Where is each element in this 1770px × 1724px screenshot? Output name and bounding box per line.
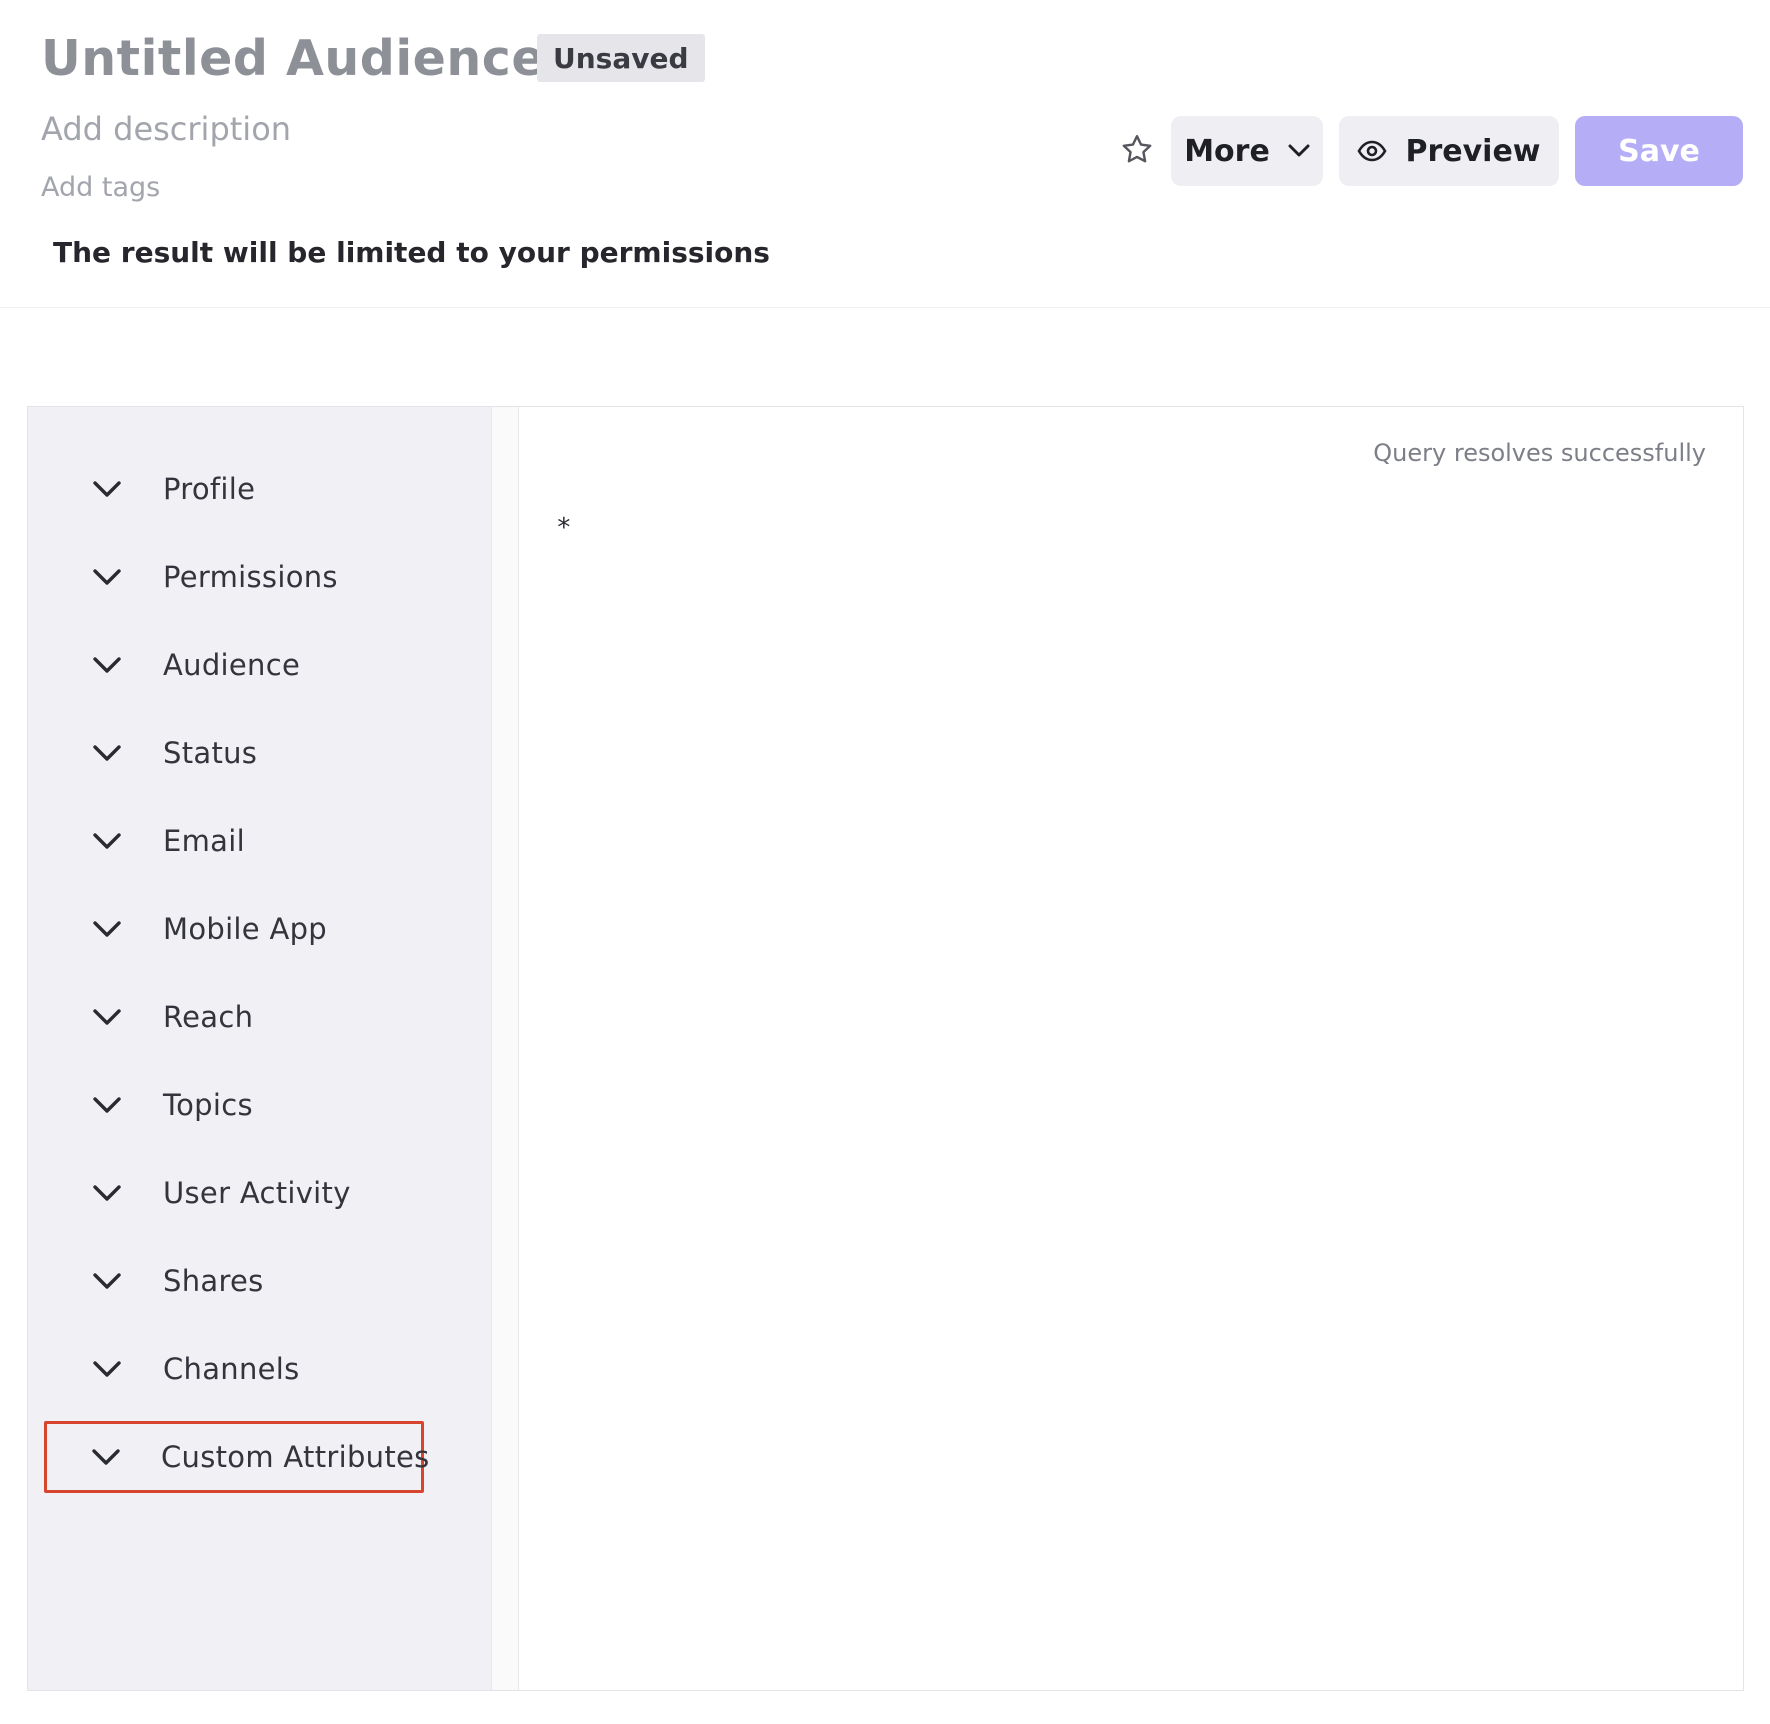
permissions-notice: The result will be limited to your permi… [53, 236, 770, 269]
favorite-button[interactable] [1117, 130, 1157, 170]
category-label: Profile [163, 472, 256, 506]
category-item[interactable]: Shares [44, 1245, 424, 1317]
category-item[interactable]: Custom Attributes [44, 1421, 429, 1493]
chevron-down-icon [91, 1271, 123, 1291]
category-item[interactable]: Status [44, 717, 424, 789]
query-status: Query resolves successfully [1373, 439, 1706, 467]
query-text[interactable]: * [556, 513, 572, 543]
category-item[interactable]: Reach [44, 981, 424, 1053]
category-label: Custom Attributes [161, 1440, 430, 1474]
more-button[interactable]: More [1171, 116, 1323, 186]
category-label: Permissions [163, 560, 338, 594]
category-label: Shares [163, 1264, 264, 1298]
chevron-down-icon [1288, 144, 1310, 157]
category-item[interactable]: Mobile App [44, 893, 424, 965]
chevron-down-icon [91, 1095, 123, 1115]
chevron-down-icon [91, 1183, 123, 1203]
chevron-down-icon [91, 919, 123, 939]
chevron-down-icon [91, 655, 123, 675]
category-item[interactable]: Email [44, 805, 424, 877]
chevron-down-icon [91, 743, 123, 763]
chevron-down-icon [91, 1007, 123, 1027]
category-label: Status [163, 736, 258, 770]
add-tags-field[interactable]: Add tags [41, 172, 160, 203]
category-label: Mobile App [163, 912, 328, 946]
star-icon [1122, 135, 1152, 163]
save-button[interactable]: Save [1575, 116, 1743, 186]
panel-divider[interactable] [491, 407, 519, 1690]
category-item[interactable]: Permissions [44, 541, 424, 613]
chevron-down-icon [91, 1447, 121, 1467]
chevron-down-icon [91, 567, 123, 587]
preview-button[interactable]: Preview [1339, 116, 1559, 186]
eye-icon [1357, 140, 1387, 162]
category-label: Reach [163, 1000, 254, 1034]
audience-header: Untitled Audience Unsaved Add descriptio… [0, 0, 1770, 308]
chevron-down-icon [91, 831, 123, 851]
category-sidebar: Profile Permissions Audience Status Email Mob… [28, 407, 491, 1690]
chevron-down-icon [91, 479, 123, 499]
chevron-down-icon [91, 1359, 123, 1379]
more-label: More [1184, 133, 1270, 169]
category-label: Audience [163, 648, 301, 682]
audience-title[interactable]: Untitled Audience [41, 30, 545, 87]
category-item[interactable]: User Activity [44, 1157, 424, 1229]
category-item[interactable]: Channels [44, 1333, 424, 1405]
category-label: Topics [163, 1088, 253, 1122]
preview-label: Preview [1405, 133, 1541, 169]
category-item[interactable]: Topics [44, 1069, 424, 1141]
category-label: Email [163, 824, 245, 858]
unsaved-badge: Unsaved [537, 34, 705, 82]
category-label: Channels [163, 1352, 300, 1386]
category-item[interactable]: Profile [44, 453, 424, 525]
query-editor[interactable]: Query resolves successfully * [519, 407, 1743, 1690]
add-description-field[interactable]: Add description [41, 110, 291, 148]
category-label: User Activity [163, 1176, 351, 1210]
category-item[interactable]: Audience [44, 629, 424, 701]
query-builder-panel: Profile Permissions Audience Status Email Mob… [27, 406, 1744, 1691]
